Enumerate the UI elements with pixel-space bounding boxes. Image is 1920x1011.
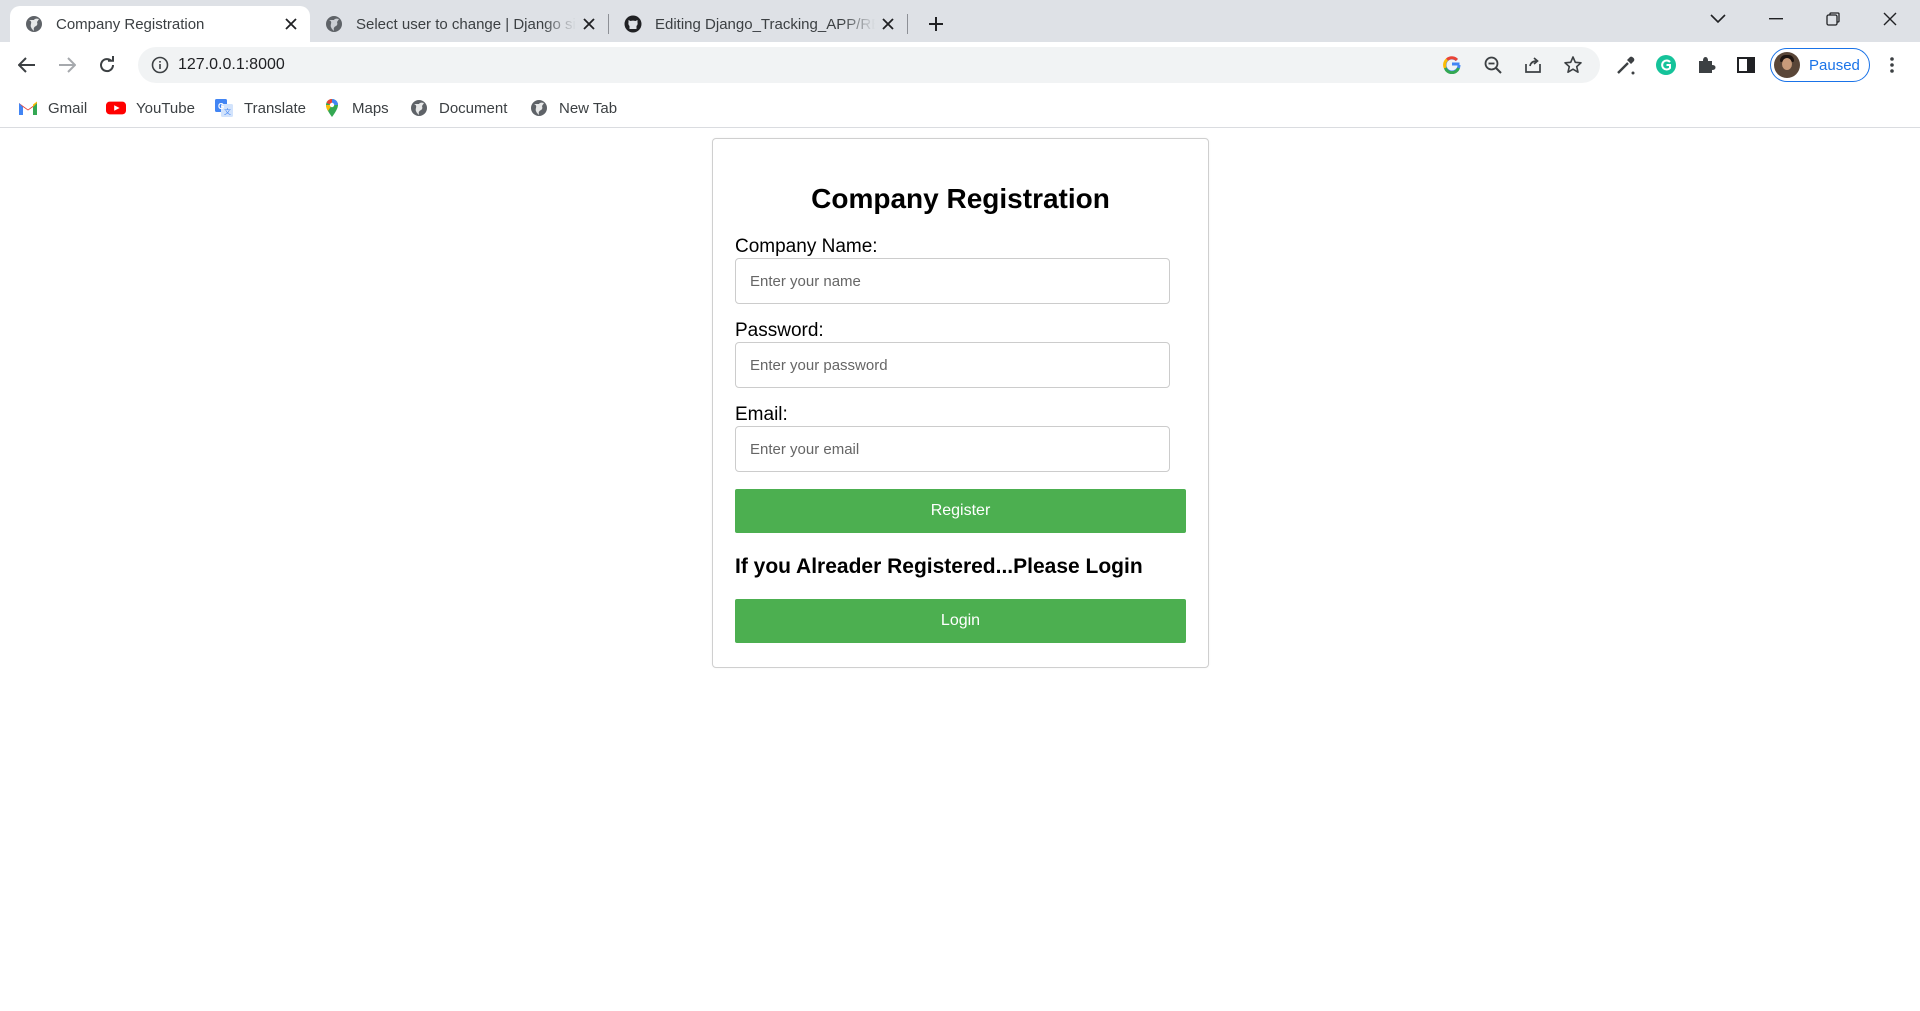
grammarly-icon[interactable] — [1654, 53, 1678, 77]
close-tab-icon[interactable] — [278, 11, 304, 37]
company-name-label: Company Name: — [735, 236, 878, 257]
tab-title: Select user to change | Django site admi… — [356, 15, 576, 33]
tab-title: Company Registration — [56, 15, 205, 33]
back-button[interactable] — [11, 49, 43, 81]
browser-toolbar: 127.0.0.1:8000 Paused — [0, 42, 1920, 88]
bookmark-label: Gmail — [48, 99, 88, 117]
register-button[interactable]: Register — [735, 489, 1186, 533]
eyedropper-extension-icon[interactable] — [1614, 53, 1638, 77]
bookmark-label: YouTube — [136, 99, 195, 117]
company-name-input[interactable] — [735, 258, 1170, 304]
globe-icon — [529, 98, 549, 118]
github-icon — [623, 14, 643, 34]
svg-text:文: 文 — [224, 107, 231, 116]
login-hint-text: If you Alreader Registered...Please Logi… — [735, 555, 1143, 578]
reload-button[interactable] — [91, 49, 123, 81]
menu-dots-icon[interactable] — [1880, 53, 1904, 77]
bookmark-translate[interactable]: G文 Translate — [214, 96, 306, 120]
new-tab-button[interactable] — [920, 8, 952, 40]
globe-icon — [24, 14, 44, 34]
avatar — [1774, 52, 1800, 78]
forward-arrow-icon — [59, 57, 76, 73]
forward-button[interactable] — [51, 49, 83, 81]
minimize-icon — [1769, 18, 1783, 20]
extensions-puzzle-icon[interactable] — [1694, 53, 1718, 77]
back-arrow-icon — [18, 57, 35, 73]
tab-company-registration[interactable]: Company Registration — [10, 6, 310, 42]
bookmark-label: Maps — [352, 99, 389, 117]
url-text[interactable]: 127.0.0.1:8000 — [178, 56, 285, 74]
page-title: Company Registration — [811, 183, 1110, 214]
reload-icon — [100, 56, 115, 73]
youtube-icon — [106, 98, 126, 118]
plus-icon — [929, 17, 943, 31]
side-panel-icon[interactable] — [1734, 53, 1758, 77]
close-tab-icon[interactable] — [875, 11, 901, 37]
email-label: Email: — [735, 404, 788, 425]
bookmark-maps[interactable]: Maps — [322, 96, 389, 120]
restore-button[interactable] — [1805, 0, 1861, 38]
site-info-icon[interactable] — [150, 55, 170, 75]
profile-status: Paused — [1809, 56, 1860, 74]
password-input[interactable] — [735, 342, 1170, 388]
translate-icon: G文 — [214, 98, 234, 118]
globe-icon — [409, 98, 429, 118]
bookmark-gmail[interactable]: Gmail — [18, 96, 87, 120]
tab-github-editing[interactable]: Editing Django_Tracking_APP/README.md — [609, 6, 907, 42]
close-window-button[interactable] — [1862, 0, 1918, 38]
profile-button[interactable]: Paused — [1770, 48, 1870, 82]
email-input[interactable] — [735, 426, 1170, 472]
minimize-button[interactable] — [1748, 0, 1804, 38]
bookmark-label: Document — [439, 99, 508, 117]
restore-icon — [1826, 12, 1840, 26]
share-icon[interactable] — [1521, 53, 1545, 77]
globe-icon — [324, 14, 344, 34]
address-bar[interactable]: 127.0.0.1:8000 — [138, 47, 1600, 83]
bookmark-label: Translate — [244, 99, 306, 117]
bookmarks-bar: Gmail YouTube G文 Translate Maps Document… — [0, 88, 1920, 128]
password-label: Password: — [735, 320, 824, 341]
zoom-out-icon[interactable] — [1481, 53, 1505, 77]
close-icon — [1883, 12, 1897, 26]
close-tab-icon[interactable] — [576, 11, 602, 37]
tab-separator — [907, 14, 908, 34]
bookmark-label: New Tab — [559, 99, 618, 117]
bookmark-new-tab[interactable]: New Tab — [529, 96, 617, 120]
maps-icon — [322, 98, 342, 118]
login-button[interactable]: Login — [735, 599, 1186, 643]
registration-card: Company Registration Company Name: Passw… — [712, 138, 1209, 668]
bookmark-star-icon[interactable] — [1561, 53, 1585, 77]
gmail-icon — [18, 98, 38, 118]
tab-title: Editing Django_Tracking_APP/README.md — [655, 15, 875, 33]
tab-strip: Company Registration Select user to chan… — [0, 0, 1920, 42]
tab-search-button[interactable] — [1690, 0, 1746, 38]
google-lens-icon[interactable] — [1440, 53, 1464, 77]
chevron-down-icon — [1710, 14, 1726, 24]
bookmark-document[interactable]: Document — [409, 96, 507, 120]
tab-django-admin[interactable]: Select user to change | Django site admi… — [310, 6, 608, 42]
bookmark-youtube[interactable]: YouTube — [106, 96, 195, 120]
